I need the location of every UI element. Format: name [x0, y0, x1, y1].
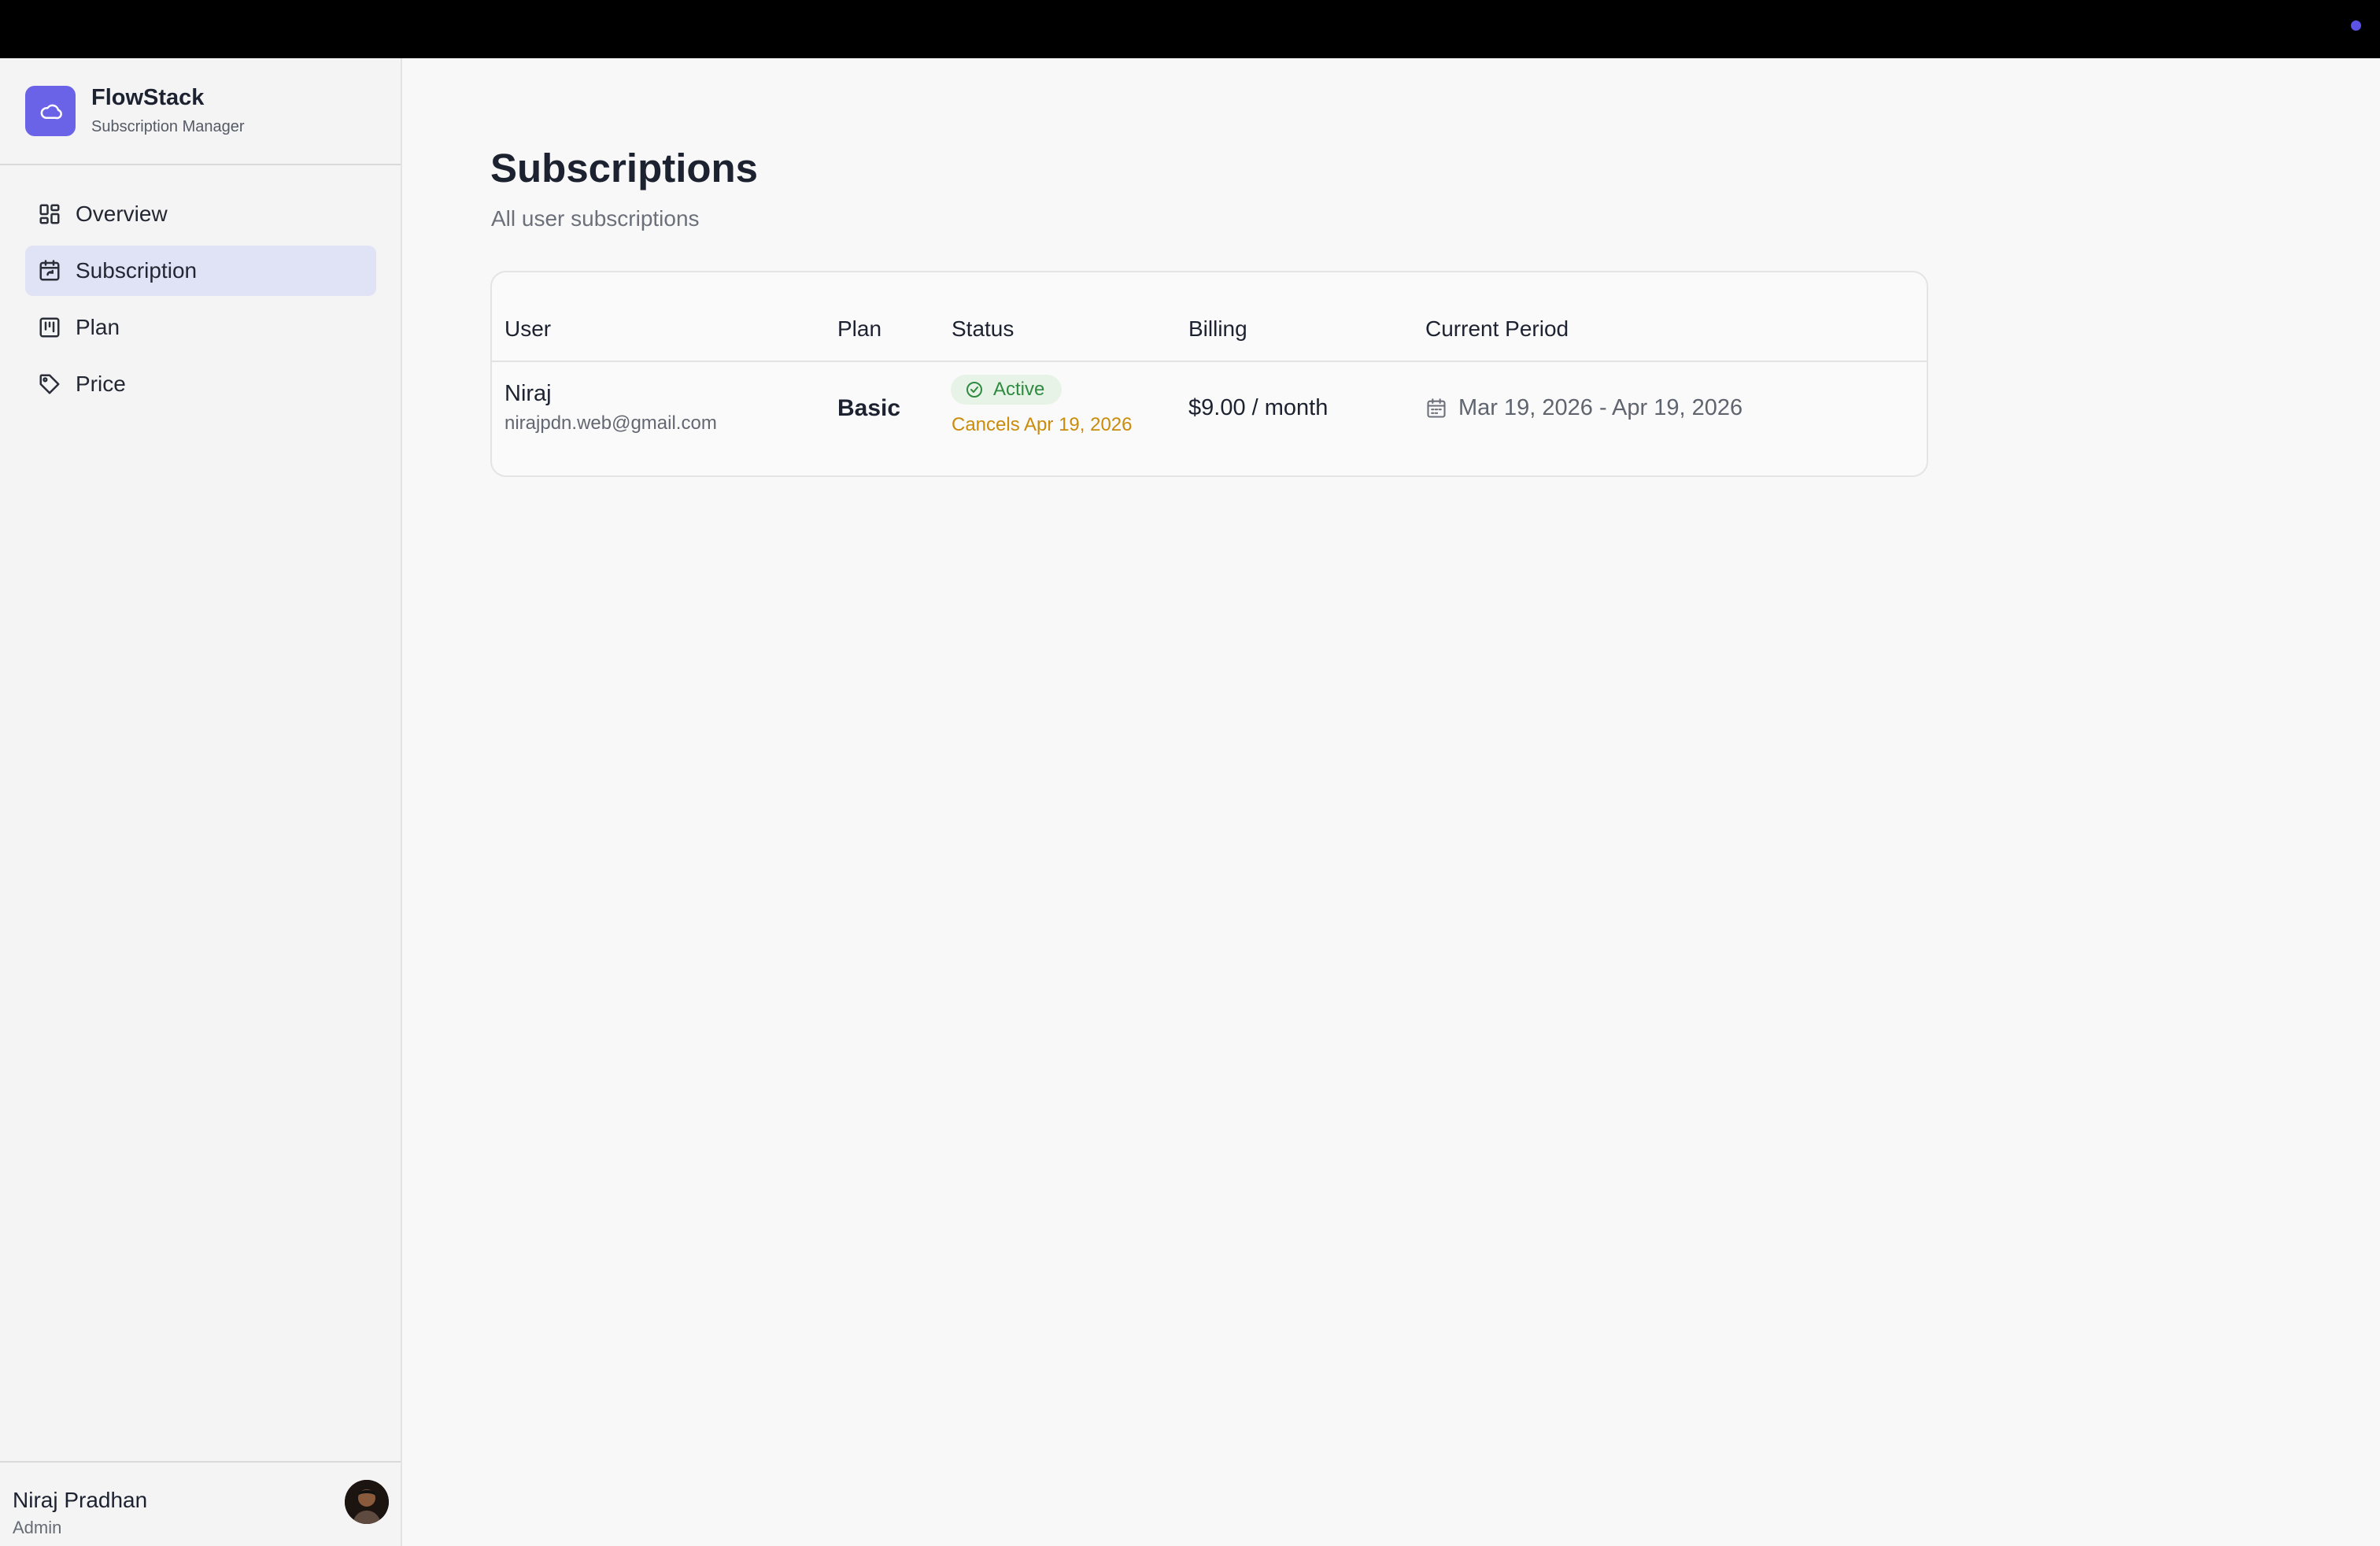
page-title: Subscriptions	[490, 146, 759, 190]
sidebar-item-subscription[interactable]: Subscription	[25, 246, 376, 296]
page-subtitle: All user subscriptions	[491, 206, 700, 231]
tag-icon	[36, 371, 63, 398]
dashboard-grid-icon	[36, 201, 63, 227]
status-badge: Active	[951, 375, 1062, 405]
row-current-period: Mar 19, 2026 - Apr 19, 2026	[1425, 395, 1743, 421]
cancel-date: Cancels Apr 19, 2026	[952, 414, 1133, 435]
column-header-billing: Billing	[1188, 316, 1247, 341]
user-role: Admin	[13, 1518, 62, 1537]
sidebar-nav: Overview Subscription Plan Price	[25, 189, 376, 416]
table-header: User Plan Status Billing Current Period	[492, 272, 1927, 362]
cloud-icon	[25, 86, 76, 136]
subscriptions-table: User Plan Status Billing Current Period …	[490, 271, 1928, 477]
status-dot	[2351, 20, 2361, 31]
sidebar-item-label: Plan	[76, 315, 120, 339]
column-header-plan: Plan	[837, 316, 882, 341]
sidebar-item-price[interactable]: Price	[25, 359, 376, 409]
calendar-sync-icon	[36, 257, 63, 284]
row-billing: $9.00 / month	[1188, 395, 1329, 420]
brand-subtitle: Subscription Manager	[91, 118, 245, 135]
column-header-user: User	[504, 316, 552, 341]
calendar-icon	[1425, 398, 1447, 420]
avatar[interactable]	[345, 1480, 389, 1524]
row-plan: Basic	[837, 395, 901, 421]
column-header-current-period: Current Period	[1425, 316, 1569, 341]
sidebar-item-label: Overview	[76, 202, 168, 226]
row-user-email: nirajpdn.web@gmail.com	[504, 412, 717, 434]
sidebar-item-label: Subscription	[76, 258, 198, 283]
sidebar: FlowStack Subscription Manager Overview …	[0, 58, 402, 1546]
status-label: Active	[993, 379, 1045, 400]
row-user-name: Niraj	[504, 381, 552, 406]
sidebar-item-plan[interactable]: Plan	[25, 302, 376, 353]
brand-name: FlowStack	[91, 85, 205, 110]
sidebar-item-label: Price	[76, 372, 126, 396]
user-name: Niraj Pradhan	[13, 1488, 148, 1512]
period-label: Mar 19, 2026 - Apr 19, 2026	[1458, 395, 1743, 420]
user-profile[interactable]: Niraj Pradhan Admin	[0, 1461, 401, 1546]
top-bar	[0, 0, 2380, 58]
main-content: Subscriptions All user subscriptions Use…	[404, 58, 2380, 1546]
brand-header: FlowStack Subscription Manager	[0, 58, 401, 165]
check-circle-icon	[965, 380, 984, 399]
sidebar-item-overview[interactable]: Overview	[25, 189, 376, 239]
kanban-icon	[36, 314, 63, 341]
column-header-status: Status	[952, 316, 1014, 341]
